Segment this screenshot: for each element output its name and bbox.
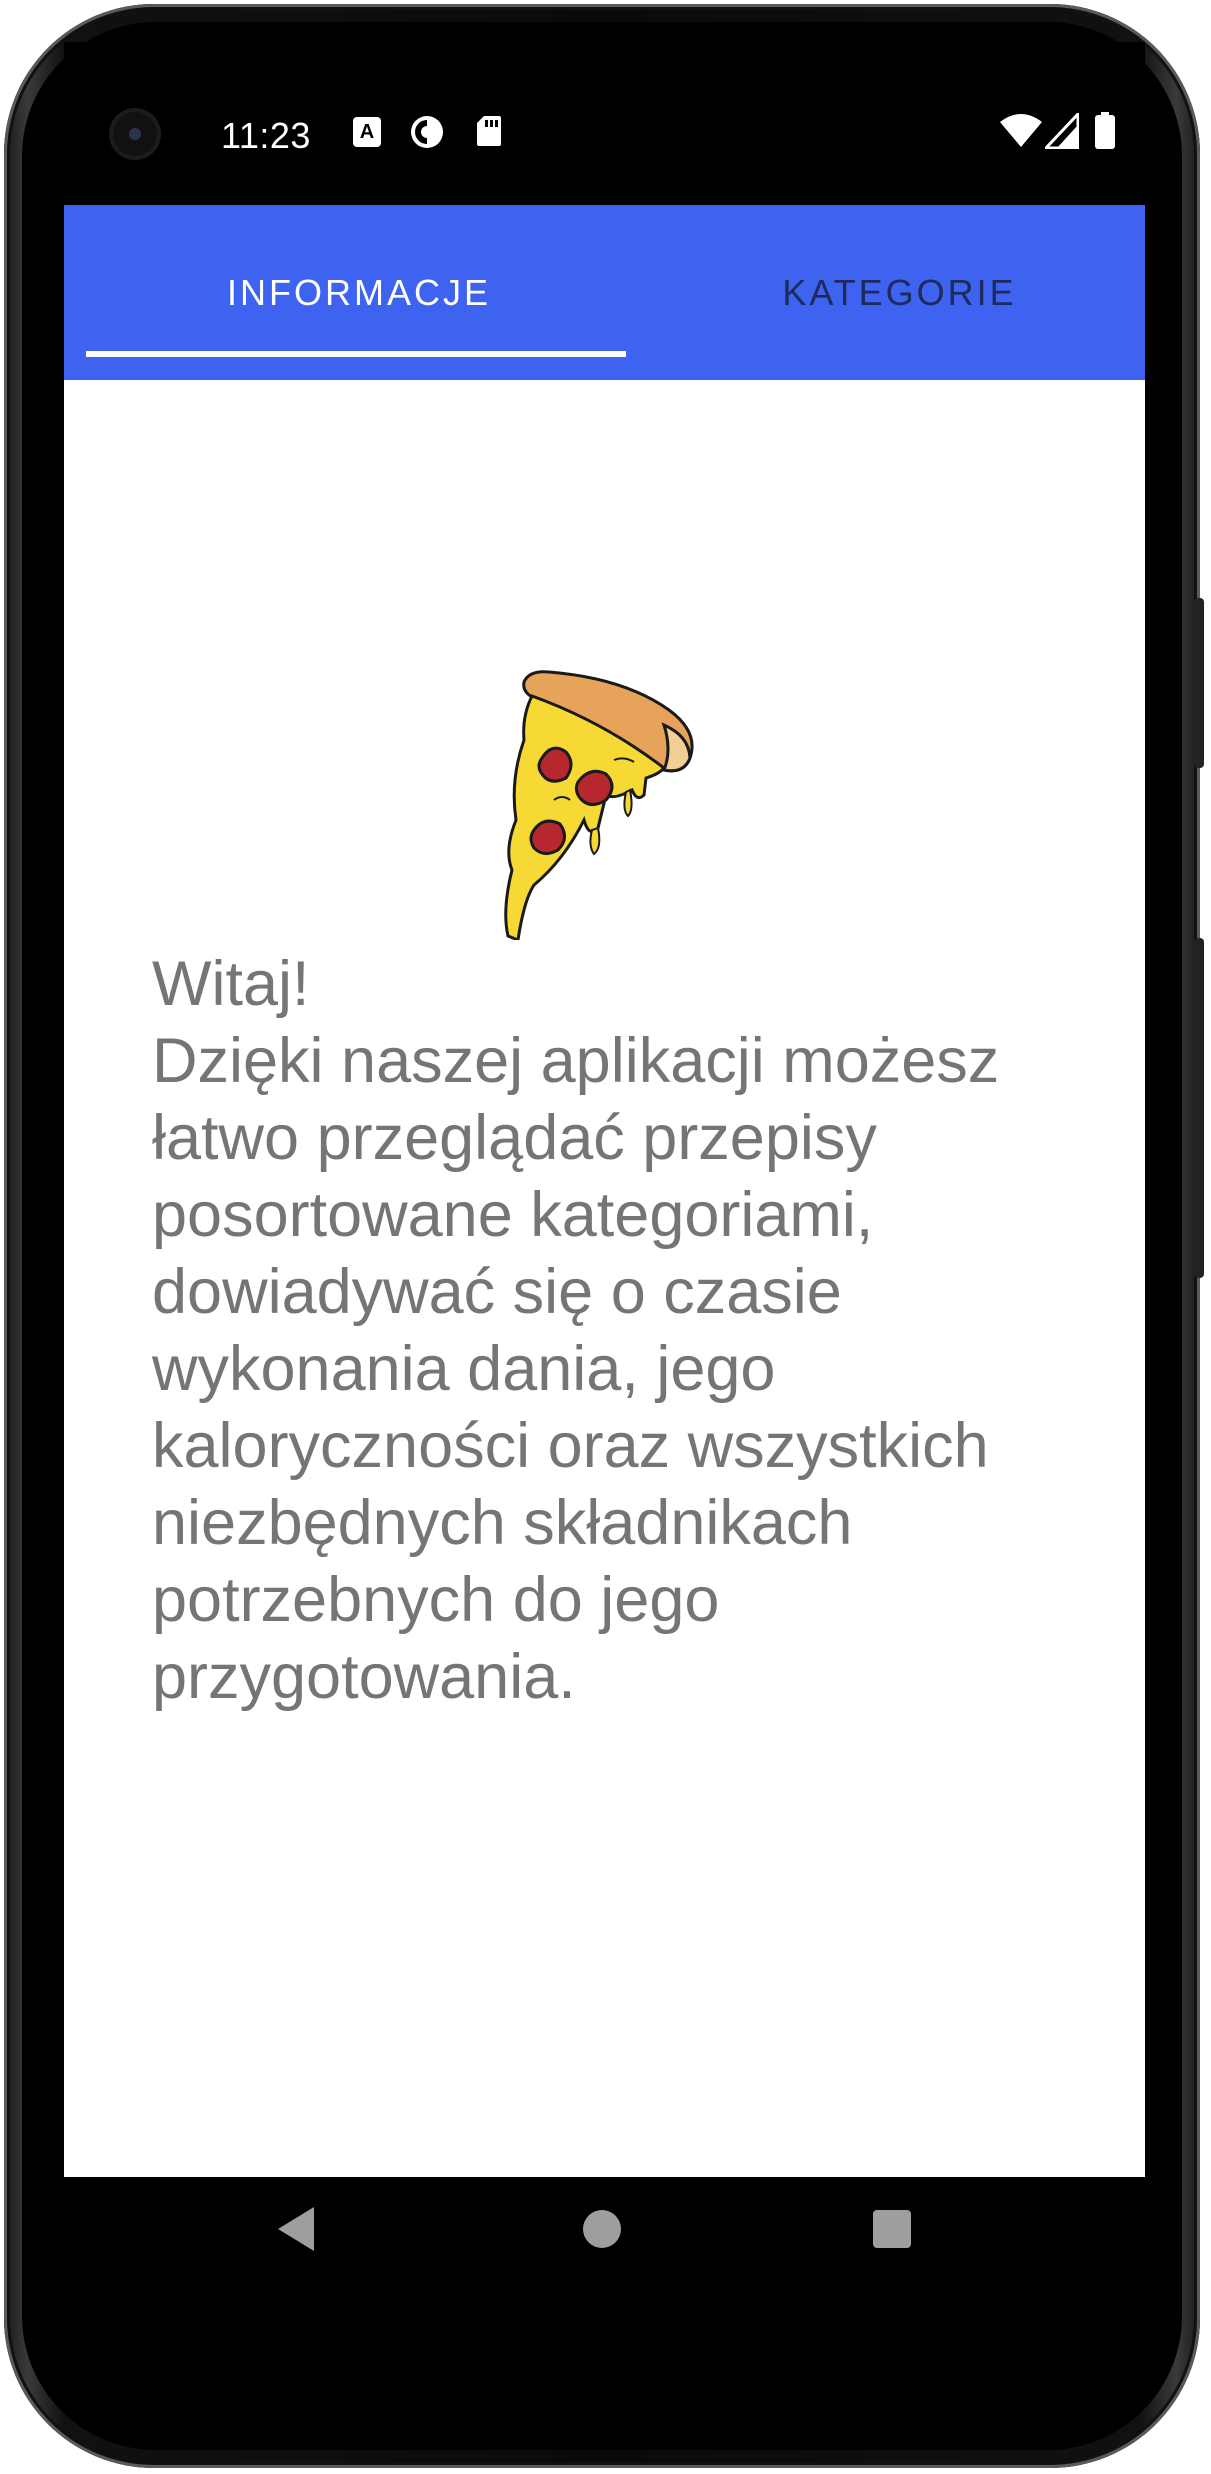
- sd-card-icon: [477, 116, 501, 146]
- intro-line: wykonania dania, jego: [152, 1334, 776, 1404]
- screen: 11:23 A INFORMACJE KATEGORIE Witaj! Dzię…: [64, 42, 1145, 2277]
- home-icon[interactable]: [572, 2199, 632, 2259]
- tab-kategorie[interactable]: KATEGORIE: [654, 205, 1145, 380]
- intro-line: Witaj!: [152, 949, 310, 1019]
- power-button: [1194, 598, 1204, 768]
- signal-icon: [1045, 113, 1079, 149]
- tab-indicator: [86, 351, 626, 357]
- intro-line: łatwo przeglądać przepisy: [152, 1103, 877, 1173]
- navigation-bar: [64, 2177, 1145, 2277]
- intro-line: dowiadywać się o czasie: [152, 1257, 842, 1327]
- data-saver-icon: [411, 116, 443, 148]
- accessibility-a-icon: A: [353, 117, 381, 147]
- intro-line: kaloryczności oraz wszystkich: [152, 1411, 989, 1481]
- volume-button: [1194, 938, 1204, 1278]
- status-time: 11:23: [221, 115, 311, 156]
- front-camera: [109, 108, 161, 160]
- intro-text: Witaj! Dzięki naszej aplikacji możesz ła…: [152, 946, 1082, 1716]
- intro-line: posortowane kategoriami,: [152, 1180, 874, 1250]
- intro-line: potrzebnych do jego: [152, 1565, 720, 1635]
- info-page: Witaj! Dzięki naszej aplikacji możesz ła…: [64, 380, 1145, 2177]
- tab-bar: INFORMACJE KATEGORIE: [64, 205, 1145, 380]
- pizza-slice-image: [504, 670, 694, 940]
- wifi-icon: [1000, 114, 1042, 147]
- intro-line: przygotowania.: [152, 1642, 576, 1712]
- recents-icon[interactable]: [862, 2199, 922, 2259]
- intro-line: niezbędnych składnikach: [152, 1488, 853, 1558]
- intro-line: Dzięki naszej aplikacji możesz: [152, 1026, 1000, 1096]
- status-bar: 11:23 A: [64, 42, 1145, 205]
- phone-frame: 11:23 A INFORMACJE KATEGORIE Witaj! Dzię…: [4, 4, 1204, 2468]
- battery-icon: [1095, 112, 1115, 149]
- back-icon[interactable]: [270, 2199, 330, 2259]
